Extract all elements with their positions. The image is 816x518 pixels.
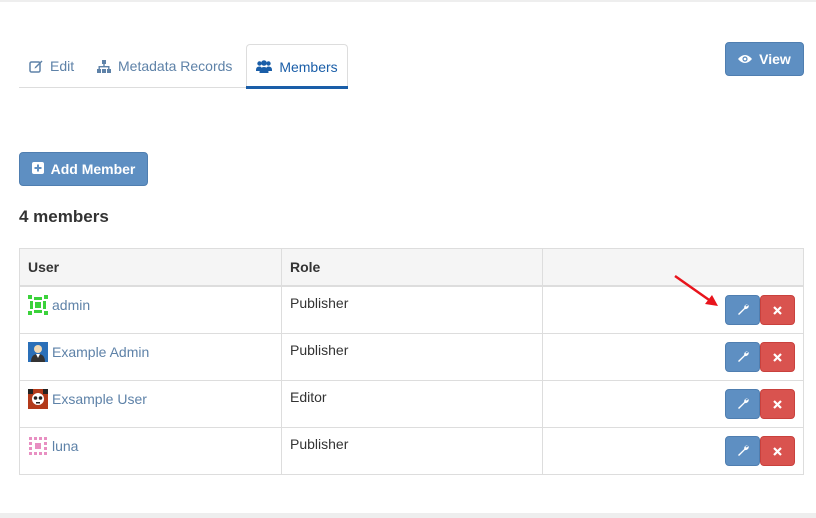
sitemap-icon [97,59,111,73]
close-icon [773,349,782,365]
tab-edit-label: Edit [50,58,75,74]
role-cell: Editor [281,381,542,427]
edit-member-button[interactable] [725,389,760,419]
eye-icon [738,51,753,67]
remove-member-button[interactable] [760,389,795,419]
avatar [28,295,48,315]
tab-bar: Edit Metadata Records Members [19,44,348,89]
user-name: luna [52,438,79,454]
column-header-role: Role [281,249,542,285]
remove-member-button[interactable] [760,295,795,325]
close-icon [773,443,782,459]
avatar [28,389,48,409]
view-button-label: View [759,51,791,67]
role-cell: Publisher [281,287,542,333]
edit-member-button[interactable] [725,295,760,325]
remove-member-button[interactable] [760,436,795,466]
close-icon [773,396,782,412]
user-link[interactable]: admin [28,295,273,315]
tab-members[interactable]: Members [246,44,348,89]
avatar [28,436,48,456]
column-header-user: User [28,259,60,275]
plus-square-icon [31,161,44,177]
content-panel: Edit Metadata Records Members View Add M… [0,2,816,513]
table-row: Exsample User Editor [20,380,803,427]
user-link[interactable]: Exsample User [28,389,273,409]
wrench-icon [737,349,749,365]
user-link[interactable]: luna [28,436,273,456]
members-count-heading: 4 members [19,207,109,226]
edit-member-button[interactable] [725,342,760,372]
tab-edit[interactable]: Edit [29,44,74,88]
table-row: luna Publisher [20,427,803,474]
avatar [28,342,48,362]
role-cell: Publisher [281,428,542,474]
users-icon [256,60,273,73]
close-icon [773,302,782,318]
table-row: Example Admin Publisher [20,333,803,380]
remove-member-button[interactable] [760,342,795,372]
add-member-button[interactable]: Add Member [19,152,148,186]
tab-members-label: Members [279,58,338,75]
tab-metadata-records-label: Metadata Records [118,58,233,74]
user-name: Example Admin [52,344,150,360]
edit-member-button[interactable] [725,436,760,466]
user-link[interactable]: Example Admin [28,342,273,362]
wrench-icon [737,302,749,318]
tab-metadata-records[interactable]: Metadata Records [97,44,232,88]
wrench-icon [737,443,749,459]
add-member-button-label: Add Member [50,161,136,177]
user-name: Exsample User [52,391,147,407]
role-cell: Publisher [281,334,542,380]
edit-icon [29,59,43,73]
user-name: admin [52,297,91,313]
wrench-icon [737,396,749,412]
view-button[interactable]: View [725,42,804,76]
annotation-arrow-icon [674,274,718,306]
